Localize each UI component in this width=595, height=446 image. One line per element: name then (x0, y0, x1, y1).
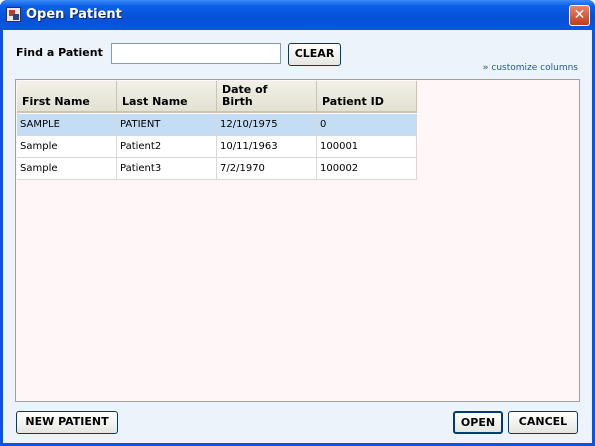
search-input[interactable] (111, 43, 281, 64)
open-button[interactable]: OPEN (453, 411, 503, 434)
dialog-body: Find a Patient CLEAR » customize columns … (3, 30, 592, 443)
clear-button[interactable]: CLEAR (288, 43, 341, 66)
cell-first-name: Sample (17, 158, 117, 180)
table-body: SAMPLE PATIENT 12/10/1975 0 Sample Patie… (17, 114, 417, 180)
table-row[interactable]: Sample Patient2 10/11/1963 100001 (17, 136, 417, 158)
column-header-first-name[interactable]: First Name (17, 81, 117, 113)
patient-table[interactable]: First Name Last Name Date of Birth Patie… (15, 79, 580, 402)
customize-columns-link[interactable]: » customize columns (483, 63, 578, 73)
column-header-date-of-birth-label: Date of Birth (222, 83, 268, 108)
cell-first-name: SAMPLE (17, 114, 117, 136)
app-icon (6, 7, 21, 22)
cell-date-of-birth: 7/2/1970 (217, 158, 317, 180)
new-patient-button[interactable]: NEW PATIENT (16, 411, 118, 434)
open-patient-window: Open Patient ✕ Find a Patient CLEAR » cus… (0, 0, 595, 446)
cell-date-of-birth: 10/11/1963 (217, 136, 317, 158)
column-header-last-name[interactable]: Last Name (117, 81, 217, 113)
find-patient-label: Find a Patient (16, 46, 103, 59)
cell-last-name: Patient2 (117, 136, 217, 158)
cell-patient-id: 100002 (317, 158, 417, 180)
column-header-date-of-birth[interactable]: Date of Birth (217, 81, 317, 113)
table-row[interactable]: Sample Patient3 7/2/1970 100002 (17, 158, 417, 180)
title-bar[interactable]: Open Patient ✕ (0, 0, 595, 30)
cell-last-name: Patient3 (117, 158, 217, 180)
table-header: First Name Last Name Date of Birth Patie… (17, 81, 417, 113)
cell-date-of-birth: 12/10/1975 (217, 114, 317, 136)
cell-last-name: PATIENT (117, 114, 217, 136)
table-row[interactable]: SAMPLE PATIENT 12/10/1975 0 (17, 114, 417, 136)
cell-first-name: Sample (17, 136, 117, 158)
cell-patient-id: 0 (317, 114, 417, 136)
double-chevron-right-icon: » (482, 63, 489, 73)
close-button[interactable]: ✕ (569, 5, 590, 26)
cancel-button[interactable]: CANCEL (508, 411, 578, 434)
customize-columns-label: customize columns (491, 63, 578, 73)
column-header-patient-id[interactable]: Patient ID (317, 81, 417, 113)
cell-patient-id: 100001 (317, 136, 417, 158)
window-title: Open Patient (26, 7, 122, 22)
